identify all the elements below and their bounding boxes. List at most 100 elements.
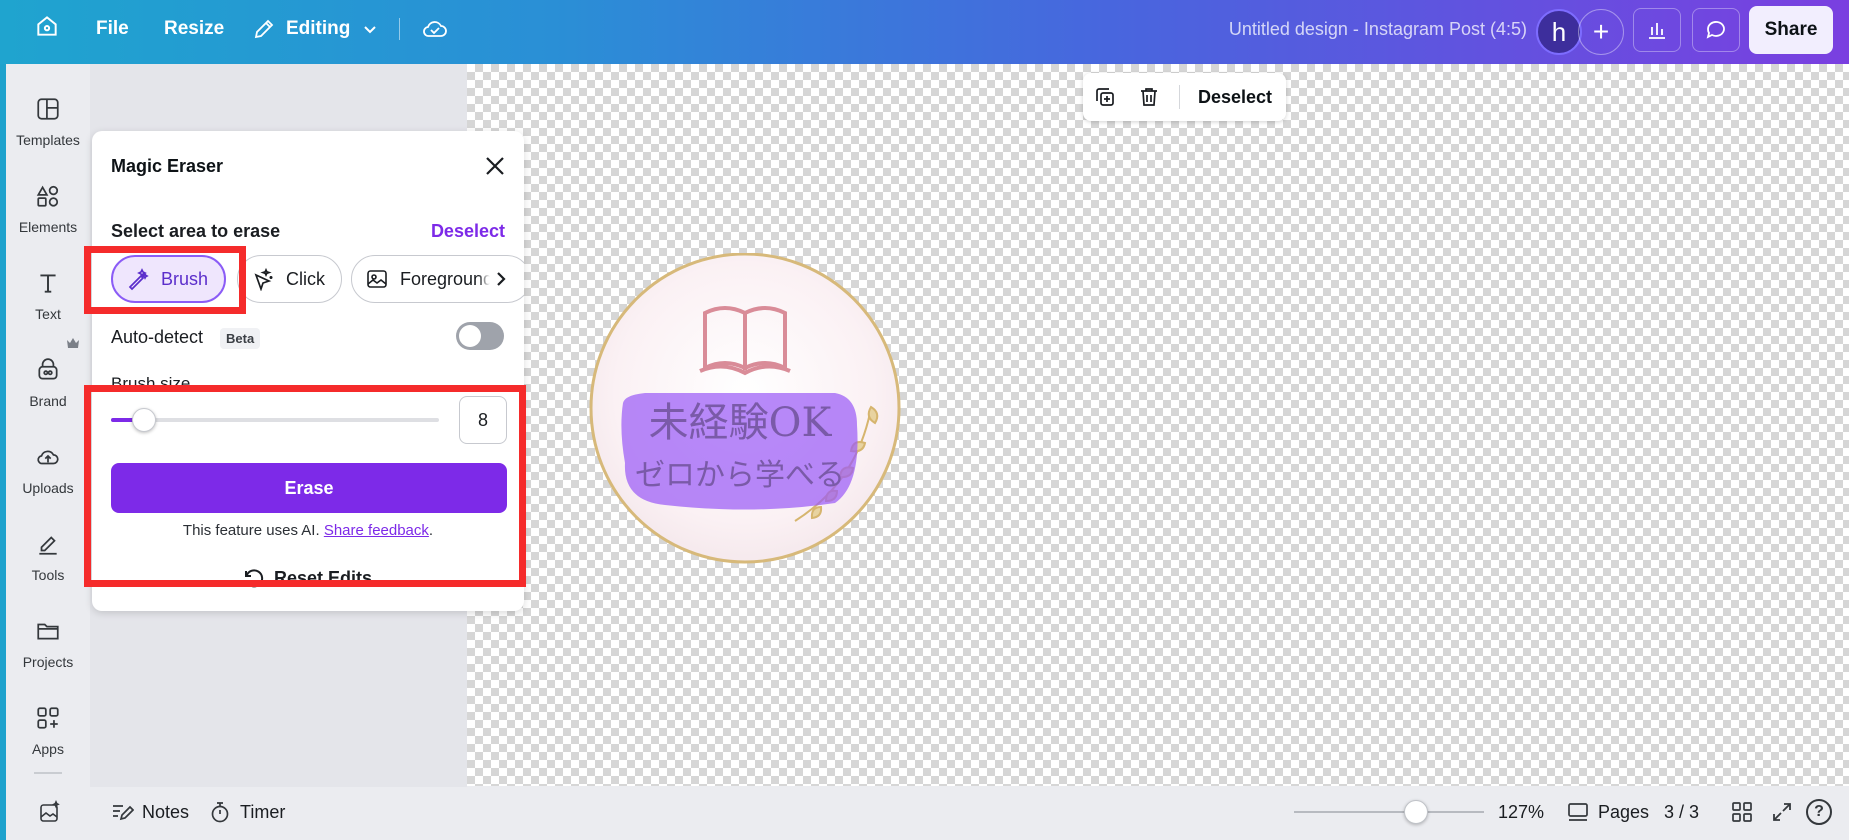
deselect-button[interactable]: Deselect (1198, 87, 1272, 108)
select-area-label: Select area to erase (111, 221, 281, 241)
folder-icon (33, 616, 63, 646)
crown-icon (66, 336, 80, 354)
fullscreen-button[interactable] (1770, 787, 1802, 837)
home-button[interactable] (34, 0, 60, 58)
chevron-down-icon (362, 21, 378, 37)
panel-deselect-link[interactable]: Deselect (431, 221, 505, 242)
brush-size-slider-track[interactable] (111, 418, 439, 422)
page-count: 3 / 3 (1664, 801, 1700, 822)
home-icon (34, 13, 60, 45)
design-text-line2: ゼロから学べる (635, 458, 845, 493)
grid-view-button[interactable] (1730, 787, 1762, 837)
auto-detect-label: Auto-detect (111, 327, 204, 347)
rail-item-brand[interactable]: Brand (6, 349, 90, 421)
comments-button[interactable] (1692, 8, 1740, 52)
rail-label: Elements (18, 219, 78, 235)
templates-icon (33, 94, 63, 124)
rail-item-tools[interactable]: Tools (6, 523, 90, 595)
uploads-icon (33, 442, 63, 472)
pages-icon (1566, 800, 1590, 824)
timer-icon (208, 800, 232, 824)
ai-notice: This feature uses AI. Share feedback. (92, 522, 524, 539)
erase-button[interactable]: Erase (111, 463, 507, 513)
beta-badge: Beta (220, 328, 261, 349)
chevron-right-icon (494, 270, 508, 288)
brand-icon (33, 355, 63, 385)
reset-edits-button[interactable]: Reset Edits (240, 565, 372, 591)
design-text-line1: 未経験OK (649, 400, 833, 446)
editing-label: Editing (286, 18, 351, 39)
pages-button[interactable]: Pages (1566, 787, 1649, 837)
brush-size-slider-thumb[interactable] (132, 408, 156, 432)
auto-detect-toggle[interactable] (456, 322, 504, 350)
rail-item-text[interactable]: Text (6, 262, 90, 334)
brush-mode-label: Brush (161, 268, 209, 289)
close-icon (484, 155, 506, 177)
help-button[interactable]: ? (1806, 787, 1832, 837)
top-bar: File Resize Editing Untitled design - In… (0, 0, 1849, 64)
timer-button[interactable]: Timer (208, 787, 285, 837)
resize-menu[interactable]: Resize (164, 0, 224, 58)
close-button[interactable] (480, 151, 510, 181)
image-icon (364, 266, 390, 292)
circle-badge-graphic: 未経験OK ゼロから学べる (589, 252, 901, 564)
tools-icon (33, 529, 63, 559)
share-feedback-link[interactable]: Share feedback (324, 522, 429, 539)
pages-label: Pages (1598, 801, 1650, 822)
ai-notice-text: This feature uses AI. (182, 522, 320, 539)
rail-item-templates[interactable]: Templates (6, 88, 90, 160)
notes-icon (110, 800, 134, 824)
brush-size-input[interactable]: 8 (459, 396, 507, 444)
panel-title: Magic Eraser (111, 156, 224, 176)
zoom-slider-track[interactable] (1294, 811, 1484, 813)
notes-label: Notes (142, 801, 190, 822)
divider (1179, 85, 1180, 109)
cloud-save-status[interactable] (421, 0, 449, 58)
design-image[interactable]: 未経験OK ゼロから学べる (585, 252, 905, 568)
zoom-level[interactable]: 127% (1498, 787, 1544, 837)
elements-icon (33, 181, 63, 211)
cloud-check-icon (421, 16, 449, 42)
rail-label: Text (35, 306, 61, 322)
toggle-knob (459, 325, 481, 347)
sparkle-image-icon (38, 800, 62, 824)
brush-size-label: Brush size (111, 374, 191, 393)
click-mode-label: Click (286, 268, 325, 289)
zoom-slider-thumb[interactable] (1404, 800, 1428, 824)
bottom-bar: Notes Timer 127% Pages 3 / 3 ? (40, 787, 1849, 840)
rail-item-apps[interactable]: Apps (6, 697, 90, 769)
design-title[interactable]: Untitled design - Instagram Post (4:5) (1229, 0, 1527, 58)
insights-button[interactable] (1633, 8, 1681, 52)
rail-item-projects[interactable]: Projects (6, 610, 90, 682)
magic-eraser-panel: Magic Eraser Select area to erase Desele… (92, 131, 524, 611)
share-button[interactable]: Share (1749, 6, 1833, 54)
notes-button[interactable]: Notes (110, 787, 189, 837)
magic-media-button[interactable] (38, 787, 70, 837)
click-mode-button[interactable]: Click (237, 255, 342, 303)
rail-item-elements[interactable]: Elements (6, 175, 90, 247)
rail-scroll-indicator (34, 772, 62, 774)
add-collaborator-button[interactable]: + (1578, 9, 1624, 55)
undo-icon (240, 565, 266, 591)
duplicate-button[interactable] (1083, 77, 1127, 117)
rail-label: Apps (32, 741, 64, 757)
delete-button[interactable] (1127, 77, 1171, 117)
brush-mode-button[interactable]: Brush (111, 255, 226, 303)
rail-item-uploads[interactable]: Uploads (6, 436, 90, 508)
expand-icon (1770, 800, 1794, 824)
duplicate-icon (1093, 85, 1117, 109)
magic-cursor-icon (250, 266, 276, 292)
text-icon (33, 268, 63, 298)
rail-label: Uploads (22, 480, 74, 496)
trash-icon (1137, 85, 1161, 109)
avatar[interactable]: h (1536, 9, 1582, 55)
file-menu[interactable]: File (96, 0, 129, 58)
editing-mode-dropdown[interactable]: Editing (252, 0, 378, 58)
comment-icon (1704, 18, 1728, 42)
rail-label: Projects (22, 654, 74, 670)
ai-notice-period: . (428, 522, 434, 539)
scroll-right-button[interactable] (478, 263, 508, 295)
left-rail: Templates Elements Text Brand Uploads To… (6, 64, 90, 788)
divider (399, 18, 400, 40)
reset-edits-label: Reset Edits (274, 567, 373, 588)
